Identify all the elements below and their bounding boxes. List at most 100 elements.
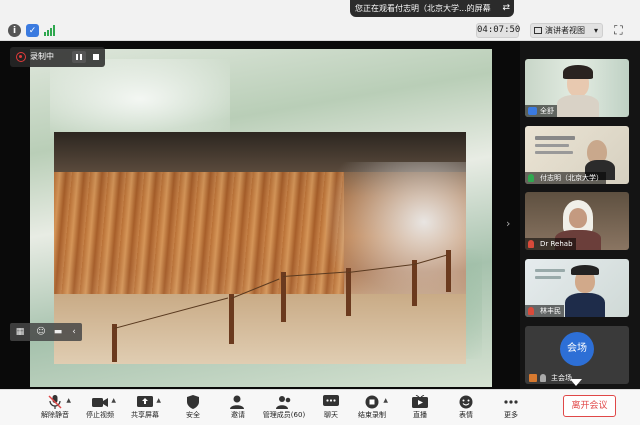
top-bar: i ✓ 您正在观看付志明（北京大学...的屏幕 ⇄ 04:07:50 演讲者视图… bbox=[0, 0, 640, 41]
notice-text: 您正在观看付志明（北京大学...的屏幕 bbox=[355, 4, 491, 13]
participants-panel: 全舒 付志明（北京大学） Dr Rehab 林丰民 会场 主会场 bbox=[520, 41, 640, 389]
mic-muted-icon: ▲ bbox=[47, 394, 71, 409]
toolbar-label: 共享屏幕 bbox=[131, 411, 159, 419]
fence-post bbox=[346, 268, 351, 316]
recording-label: 录制中 bbox=[30, 52, 54, 61]
participant-name: 全舒 bbox=[525, 105, 557, 117]
stop-recording-button[interactable] bbox=[90, 51, 102, 63]
security-button[interactable]: 安全 bbox=[180, 394, 206, 424]
live-icon bbox=[412, 394, 428, 408]
grid-icon[interactable]: ▦ bbox=[14, 326, 26, 338]
more-icon bbox=[503, 394, 519, 408]
mic-muted-icon bbox=[528, 307, 534, 315]
venue-name: 主会场 bbox=[551, 374, 572, 382]
toolbar-label: 解除静音 bbox=[41, 411, 69, 419]
toolbar-label: 结束录制 bbox=[358, 411, 386, 419]
live-button[interactable]: 直播 bbox=[407, 394, 433, 424]
scroll-down-icon[interactable] bbox=[570, 379, 582, 386]
toolbar-label: 安全 bbox=[186, 411, 200, 419]
swap-icon[interactable]: ⇄ bbox=[502, 0, 510, 17]
chevron-down-icon: ▾ bbox=[593, 26, 598, 35]
chat-icon bbox=[323, 394, 339, 408]
participant-name-text: Dr Rehab bbox=[540, 240, 573, 248]
chevron-up-icon[interactable]: ▲ bbox=[156, 397, 161, 404]
pause-recording-button[interactable] bbox=[72, 51, 86, 63]
participant-hair bbox=[563, 65, 593, 79]
leave-meeting-button[interactable]: 离开会议 bbox=[563, 395, 616, 417]
video-tile[interactable]: 付志明（北京大学） bbox=[525, 126, 629, 184]
slide-text-line bbox=[535, 136, 575, 140]
toolbar-label: 停止视频 bbox=[86, 411, 114, 419]
toolbar-label: 管理成员(60) bbox=[262, 411, 306, 419]
toolbar-label: 聊天 bbox=[324, 411, 338, 419]
venue-avatar: 会场 bbox=[560, 332, 594, 366]
video-tile[interactable]: 林丰民 bbox=[525, 259, 629, 317]
layout-icon bbox=[534, 27, 542, 34]
emoji-button[interactable]: 表情 bbox=[453, 394, 479, 424]
emoji-icon bbox=[458, 394, 474, 409]
venue-tile[interactable]: 会场 主会场 bbox=[525, 326, 629, 384]
video-tile[interactable]: 全舒 bbox=[525, 59, 629, 117]
slide-text-line bbox=[535, 276, 561, 279]
stop-video-button[interactable]: ▲ 停止视频 bbox=[83, 394, 117, 424]
chevron-right-icon[interactable]: › bbox=[506, 217, 510, 230]
signal-icon[interactable] bbox=[43, 24, 56, 37]
participant-name: 林丰民 bbox=[525, 305, 564, 317]
toolbar-label: 邀请 bbox=[231, 411, 245, 419]
shield-icon[interactable]: ✓ bbox=[26, 24, 39, 37]
manage-members-button[interactable]: 管理成员(60) bbox=[262, 394, 306, 424]
meeting-timer: 04:07:50 bbox=[476, 23, 520, 38]
recording-control: 录制中 bbox=[10, 47, 105, 67]
participant-name-text: 林丰民 bbox=[540, 307, 561, 315]
video-tile[interactable]: Dr Rehab bbox=[525, 192, 629, 250]
participant-name: 付志明（北京大学） bbox=[525, 172, 606, 184]
host-icon bbox=[528, 107, 537, 115]
participant-name-text: 全舒 bbox=[540, 107, 554, 115]
fullscreen-icon[interactable]: ⛶ bbox=[612, 24, 625, 37]
fence-post bbox=[112, 324, 117, 362]
chevron-up-icon[interactable]: ▲ bbox=[383, 397, 388, 404]
shield-icon bbox=[185, 394, 201, 409]
shared-photo bbox=[54, 132, 466, 364]
participant-body bbox=[557, 95, 599, 117]
video-icon: ▲ bbox=[92, 394, 116, 408]
screen-share-notice: 您正在观看付志明（北京大学...的屏幕 ⇄ bbox=[350, 0, 514, 17]
invite-button[interactable]: 邀请 bbox=[225, 394, 251, 424]
mic-muted-icon bbox=[528, 240, 534, 248]
fence-post bbox=[281, 272, 286, 322]
participant-body bbox=[565, 293, 605, 317]
toolbar-label: 直播 bbox=[413, 411, 427, 419]
chevron-up-icon[interactable]: ▲ bbox=[111, 397, 116, 404]
chevron-up-icon[interactable]: ▲ bbox=[66, 397, 71, 404]
unmute-button[interactable]: ▲ 解除静音 bbox=[38, 394, 72, 424]
view-mode-button[interactable]: 演讲者视图 ▾ bbox=[530, 23, 603, 38]
info-icon[interactable]: i bbox=[8, 24, 21, 37]
participant-hair bbox=[571, 265, 599, 275]
more-button[interactable]: 更多 bbox=[498, 394, 524, 424]
chat-icon[interactable]: ▬ bbox=[52, 326, 64, 338]
share-screen-button[interactable]: ▲ 共享屏幕 bbox=[128, 394, 162, 424]
toolbar-label: 更多 bbox=[504, 411, 518, 419]
stop-record-icon: ▲ bbox=[364, 394, 388, 409]
annotation-toolbar: ▦ ☺ ▬ ‹ bbox=[10, 323, 82, 341]
slide-text-line bbox=[535, 144, 569, 147]
shared-screen-stage: 录制中 ▦ ☺ ▬ ‹ › bbox=[0, 41, 520, 389]
view-mode-label: 演讲者视图 bbox=[545, 26, 585, 35]
share-screen-icon: ▲ bbox=[137, 394, 161, 408]
stop-recording-button[interactable]: ▲ 结束录制 bbox=[355, 394, 389, 424]
bottom-toolbar: ▲ 解除静音 ▲ 停止视频 ▲ 共享屏幕 安全 邀请 管理成员(60) 聊天 ▲… bbox=[0, 389, 640, 425]
members-icon bbox=[276, 394, 292, 409]
fence-post bbox=[446, 250, 451, 292]
chat-button[interactable]: 聊天 bbox=[318, 394, 344, 424]
emoji-icon[interactable]: ☺ bbox=[35, 326, 47, 338]
chevron-left-icon[interactable]: ‹ bbox=[68, 326, 80, 338]
mic-icon bbox=[528, 174, 534, 182]
participant-name: Dr Rehab bbox=[525, 238, 576, 250]
slide-text-line bbox=[535, 269, 565, 272]
slide-text-line bbox=[535, 151, 573, 154]
fence-post bbox=[412, 260, 417, 306]
invite-icon bbox=[230, 394, 246, 409]
fence-post bbox=[229, 294, 234, 344]
participant-face bbox=[569, 208, 587, 228]
recording-icon bbox=[16, 52, 26, 62]
